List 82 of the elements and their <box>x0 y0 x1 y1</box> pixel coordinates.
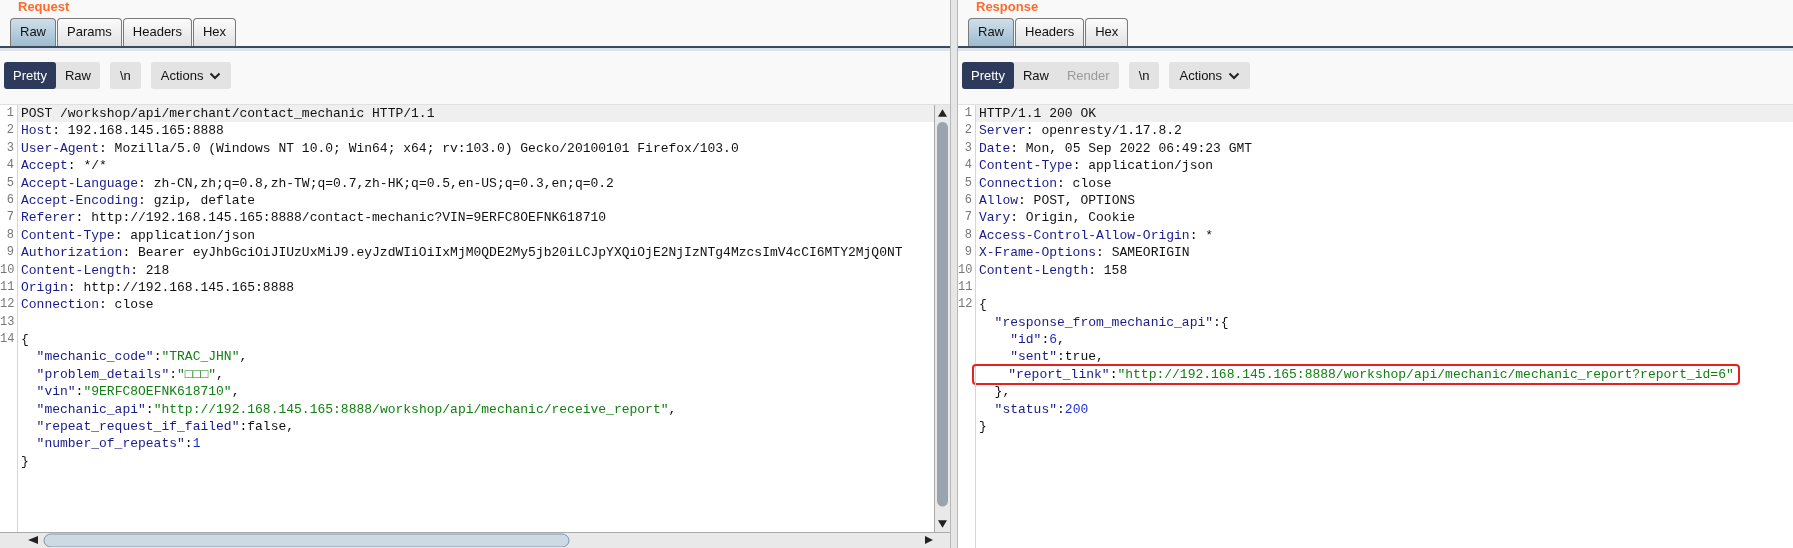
code-line: "response_from_mechanic_api":{ <box>993 313 1229 332</box>
line-number: 7 <box>6 210 14 225</box>
line-number: 3 <box>964 140 972 155</box>
line-number: 5 <box>964 175 972 190</box>
line-number: 10 <box>0 262 15 277</box>
line-number: 6 <box>6 192 14 207</box>
splitter-bar[interactable] <box>950 0 958 548</box>
code-line: "number_of_repeats":1 <box>35 435 201 453</box>
code-line: } <box>978 418 987 436</box>
actions-button[interactable]: Actions <box>150 62 232 89</box>
code-line: "sent":true, <box>1009 348 1104 366</box>
code-line: Authorization: Bearer eyJhbGciOiJIUzUxMiJ9.eyJzdWIiOiIxMjM0QDE2My5jb20iLCJpYXQiOjE2NjIzNTg4MzcsImV4cCI6MTY2MjQ0NT <box>20 244 903 262</box>
line-number: 14 <box>0 332 15 347</box>
code-line: Accept: */* <box>20 157 107 175</box>
line-number: 12 <box>958 297 973 312</box>
code-line: Referer: http://192.168.145.165:8888/contact-mechanic?VIN=9ERFC8OEFNK618710 <box>20 209 607 227</box>
line-number: 11 <box>0 279 15 294</box>
code-line: X-Frame-Options: SAMEORIGIN <box>978 244 1190 262</box>
code-line: } <box>20 452 29 471</box>
line-number: 12 <box>0 297 15 312</box>
code-line: "id":6, <box>1009 331 1065 349</box>
code-line: Origin: http://192.168.145.165:8888 <box>20 278 295 297</box>
code-line: User-Agent: Mozilla/5.0 (Windows NT 10.0; Win64; x64; rv:103.0) Gecko/20100101 Firefox/103.0 <box>20 139 739 158</box>
line-number: 8 <box>964 227 972 242</box>
line-number: 11 <box>958 279 973 294</box>
code-line: Date: Mon, 05 Sep 2022 06:49:23 GMT <box>978 139 1253 158</box>
code-line: Accept-Language: zh-CN,zh;q=0.8,zh-TW;q=0.7,zh-HK;q=0.5,en-US;q=0.3,en;q=0.2 <box>20 174 614 192</box>
view-mode-button[interactable]: Pretty <box>4 62 56 89</box>
code-line: "repeat_request_if_failed":false, <box>35 418 295 436</box>
code-line: Accept-Encoding: gzip, deflate <box>20 191 256 210</box>
code-line: Host: 192.168.145.165:8888 <box>20 122 224 140</box>
line-number: 2 <box>964 123 972 138</box>
line-number: 2 <box>6 123 14 138</box>
chevron-down-icon <box>1228 71 1241 80</box>
line-number: 1 <box>964 106 972 120</box>
code-line: Content-Type: application/json <box>978 157 1214 175</box>
code-line: Access-Control-Allow-Origin: * <box>978 226 1214 245</box>
line-number: 9 <box>964 245 972 260</box>
code-line: Connection: close <box>978 174 1112 192</box>
code-line: Content-Length: 158 <box>978 261 1128 279</box>
code-line: "mechanic_code":"TRAC_JHN", <box>35 348 248 366</box>
code-line: "vin":"9ERFC8OEFNK618710", <box>35 383 240 401</box>
tab[interactable]: Raw <box>10 18 56 46</box>
line-number: 1 <box>6 106 14 120</box>
code-line: "status":200 <box>993 400 1089 419</box>
code-line: { <box>20 331 29 349</box>
tab[interactable]: Raw <box>968 18 1014 46</box>
line-number: 7 <box>964 210 972 225</box>
view-mode-button[interactable]: Raw <box>1013 62 1058 89</box>
tab[interactable]: Headers <box>1015 18 1085 46</box>
tab[interactable]: Headers <box>122 18 192 46</box>
view-mode-button[interactable]: Pretty <box>962 62 1014 89</box>
tab[interactable]: Hex <box>192 18 237 46</box>
newline-toggle-button[interactable]: \n <box>110 62 141 89</box>
view-mode-button[interactable]: Raw <box>55 62 100 89</box>
tab[interactable]: Hex <box>1085 18 1129 46</box>
panel-title: Response <box>975 0 1039 15</box>
code-line: "mechanic_api":"http://192.168.145.165:8888/workshop/api/mechanic/receive_report", <box>35 400 677 419</box>
line-number: 4 <box>6 158 14 173</box>
line-number: 6 <box>964 192 972 207</box>
line-number: 4 <box>964 158 972 173</box>
line-number: 9 <box>6 245 14 260</box>
code-line: { <box>978 296 987 314</box>
line-number: 10 <box>958 262 973 277</box>
line-number: 8 <box>6 227 14 242</box>
code-line: "report_link":"http://192.168.145.165:8888/workshop/api/mechanic/mechanic_report?report_id=6" <box>974 365 1738 384</box>
code-line: Content-Type: application/json <box>20 226 256 245</box>
code-line: "problem_details":"□□□", <box>35 365 224 384</box>
tab[interactable]: Params <box>57 18 122 46</box>
panel-title: Request <box>17 0 70 15</box>
chevron-down-icon <box>209 71 222 80</box>
code-line: }, <box>993 383 1011 401</box>
code-line: Allow: POST, OPTIONS <box>978 191 1136 210</box>
line-number: 3 <box>6 140 14 155</box>
code-line: Connection: close <box>20 296 154 314</box>
actions-button[interactable]: Actions <box>1169 62 1251 89</box>
code-line: Server: openresty/1.17.8.2 <box>978 122 1182 140</box>
code-line: Vary: Origin, Cookie <box>978 209 1136 227</box>
newline-toggle-button[interactable]: \n <box>1128 62 1160 89</box>
code-line: Content-Length: 218 <box>20 261 170 279</box>
line-number: 13 <box>0 314 15 329</box>
line-number: 5 <box>6 175 14 190</box>
